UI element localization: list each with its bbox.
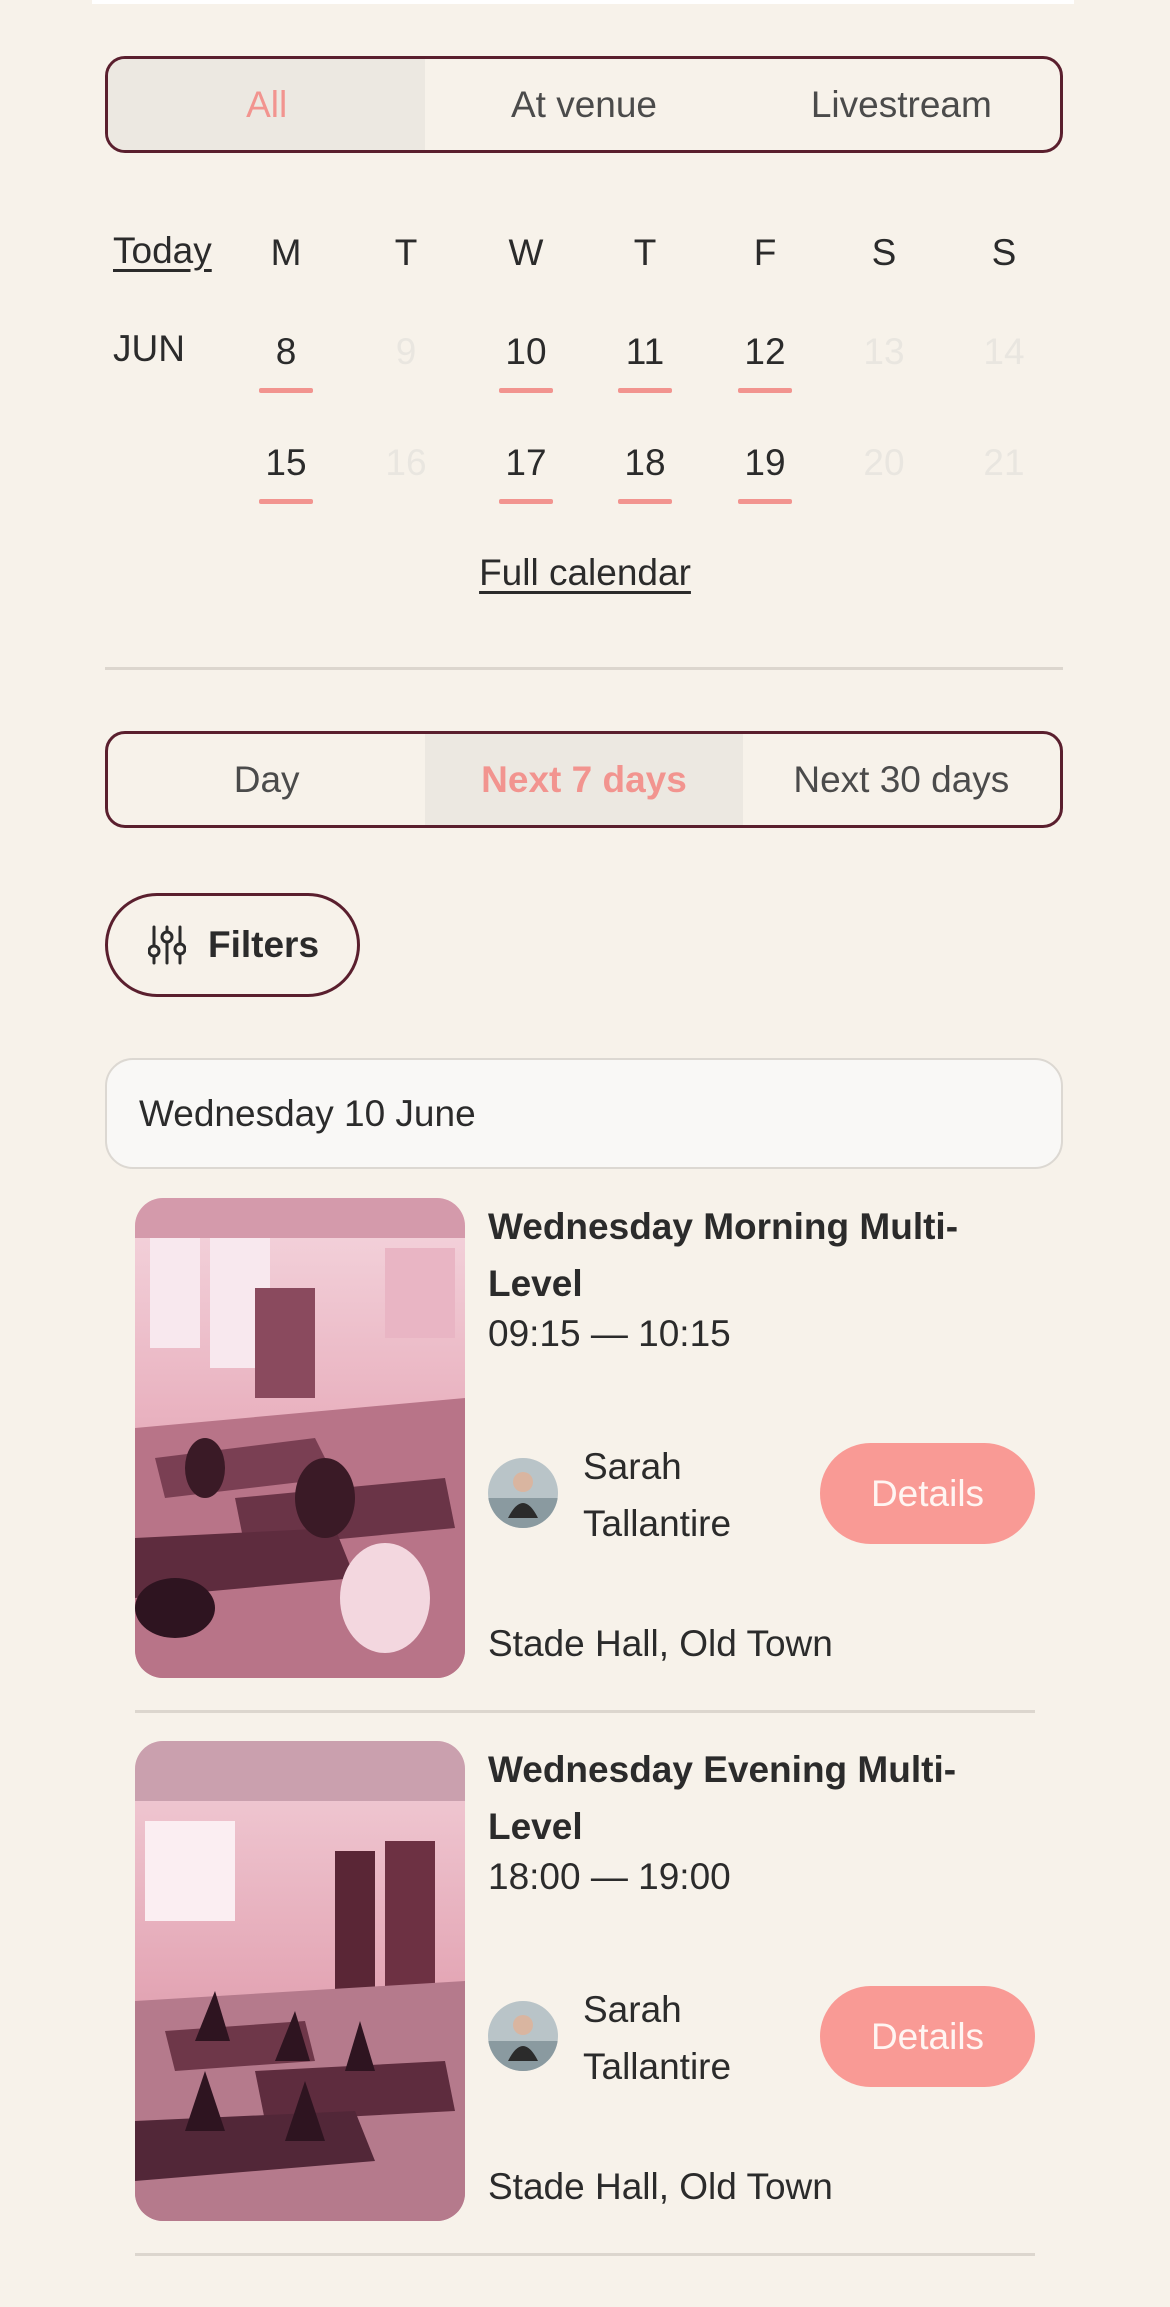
location-option-at-venue[interactable]: At venue xyxy=(425,59,742,150)
today-link[interactable]: Today xyxy=(113,230,212,272)
calendar-day-21: 21 xyxy=(983,442,1025,483)
availability-marker xyxy=(618,388,672,393)
top-edge xyxy=(92,0,1074,4)
weekday-header: T xyxy=(633,232,657,273)
date-group-header: Wednesday 10 June xyxy=(105,1058,1063,1169)
range-option-day[interactable]: Day xyxy=(108,734,425,825)
range-option-next-7-days[interactable]: Next 7 days xyxy=(425,734,743,825)
teacher-avatar xyxy=(488,2001,558,2071)
location-option-livestream[interactable]: Livestream xyxy=(743,59,1060,150)
class-title[interactable]: Wednesday Evening Multi-Level xyxy=(488,1741,1028,1855)
class-venue: Stade Hall, Old Town xyxy=(488,1623,833,1664)
availability-marker xyxy=(259,388,313,393)
details-button[interactable]: Details xyxy=(820,1986,1035,2087)
class-venue: Stade Hall, Old Town xyxy=(488,2166,833,2207)
card-divider xyxy=(135,2253,1035,2256)
calendar-day-12[interactable]: 12 xyxy=(725,331,805,373)
location-filter: All At venue Livestream xyxy=(105,56,1063,153)
full-calendar-link[interactable]: Full calendar xyxy=(0,552,1170,594)
range-option-next-30-days[interactable]: Next 30 days xyxy=(743,734,1060,825)
calendar-day-14: 14 xyxy=(983,331,1025,372)
calendar-day-9: 9 xyxy=(395,331,417,372)
month-label: JUN xyxy=(113,328,185,369)
section-divider xyxy=(105,667,1063,670)
teacher-name: Sarah Tallantire xyxy=(583,1446,732,1544)
calendar-day-16: 16 xyxy=(385,442,427,483)
weekday-header: S xyxy=(991,232,1017,273)
date-group-label: Wednesday 10 June xyxy=(139,1092,476,1134)
weekday-header: F xyxy=(753,232,777,273)
teacher-avatar xyxy=(488,1458,558,1528)
filters-button[interactable]: Filters xyxy=(105,893,360,997)
weekday-header: W xyxy=(508,232,544,273)
weekday-header: S xyxy=(871,232,897,273)
card-divider xyxy=(135,1710,1035,1713)
range-filter: Day Next 7 days Next 30 days xyxy=(105,731,1063,828)
calendar-day-19[interactable]: 19 xyxy=(725,442,805,484)
calendar-day-13: 13 xyxy=(863,331,905,372)
calendar-day-18[interactable]: 18 xyxy=(605,442,685,484)
weekday-header: T xyxy=(394,232,418,273)
availability-marker xyxy=(738,499,792,504)
details-button[interactable]: Details xyxy=(820,1443,1035,1544)
calendar-day-15[interactable]: 15 xyxy=(246,442,326,484)
teacher-name: Sarah Tallantire xyxy=(583,1989,732,2087)
location-option-all[interactable]: All xyxy=(108,59,426,150)
class-title[interactable]: Wednesday Morning Multi-Level xyxy=(488,1198,1028,1312)
calendar-day-10[interactable]: 10 xyxy=(486,331,566,373)
class-photo xyxy=(135,1198,465,1678)
sliders-icon xyxy=(148,925,186,965)
calendar-day-20: 20 xyxy=(863,442,905,483)
class-photo xyxy=(135,1741,465,2221)
availability-marker xyxy=(259,499,313,504)
availability-marker xyxy=(499,388,553,393)
calendar-day-11[interactable]: 11 xyxy=(605,331,685,373)
filters-label: Filters xyxy=(208,924,320,965)
availability-marker xyxy=(618,499,672,504)
availability-marker xyxy=(499,499,553,504)
class-time: 18:00 — 19:00 xyxy=(488,1856,731,1897)
class-time: 09:15 — 10:15 xyxy=(488,1313,731,1354)
calendar-day-17[interactable]: 17 xyxy=(486,442,566,484)
weekday-header: M xyxy=(270,232,302,273)
availability-marker xyxy=(738,388,792,393)
calendar-day-8[interactable]: 8 xyxy=(246,331,326,373)
